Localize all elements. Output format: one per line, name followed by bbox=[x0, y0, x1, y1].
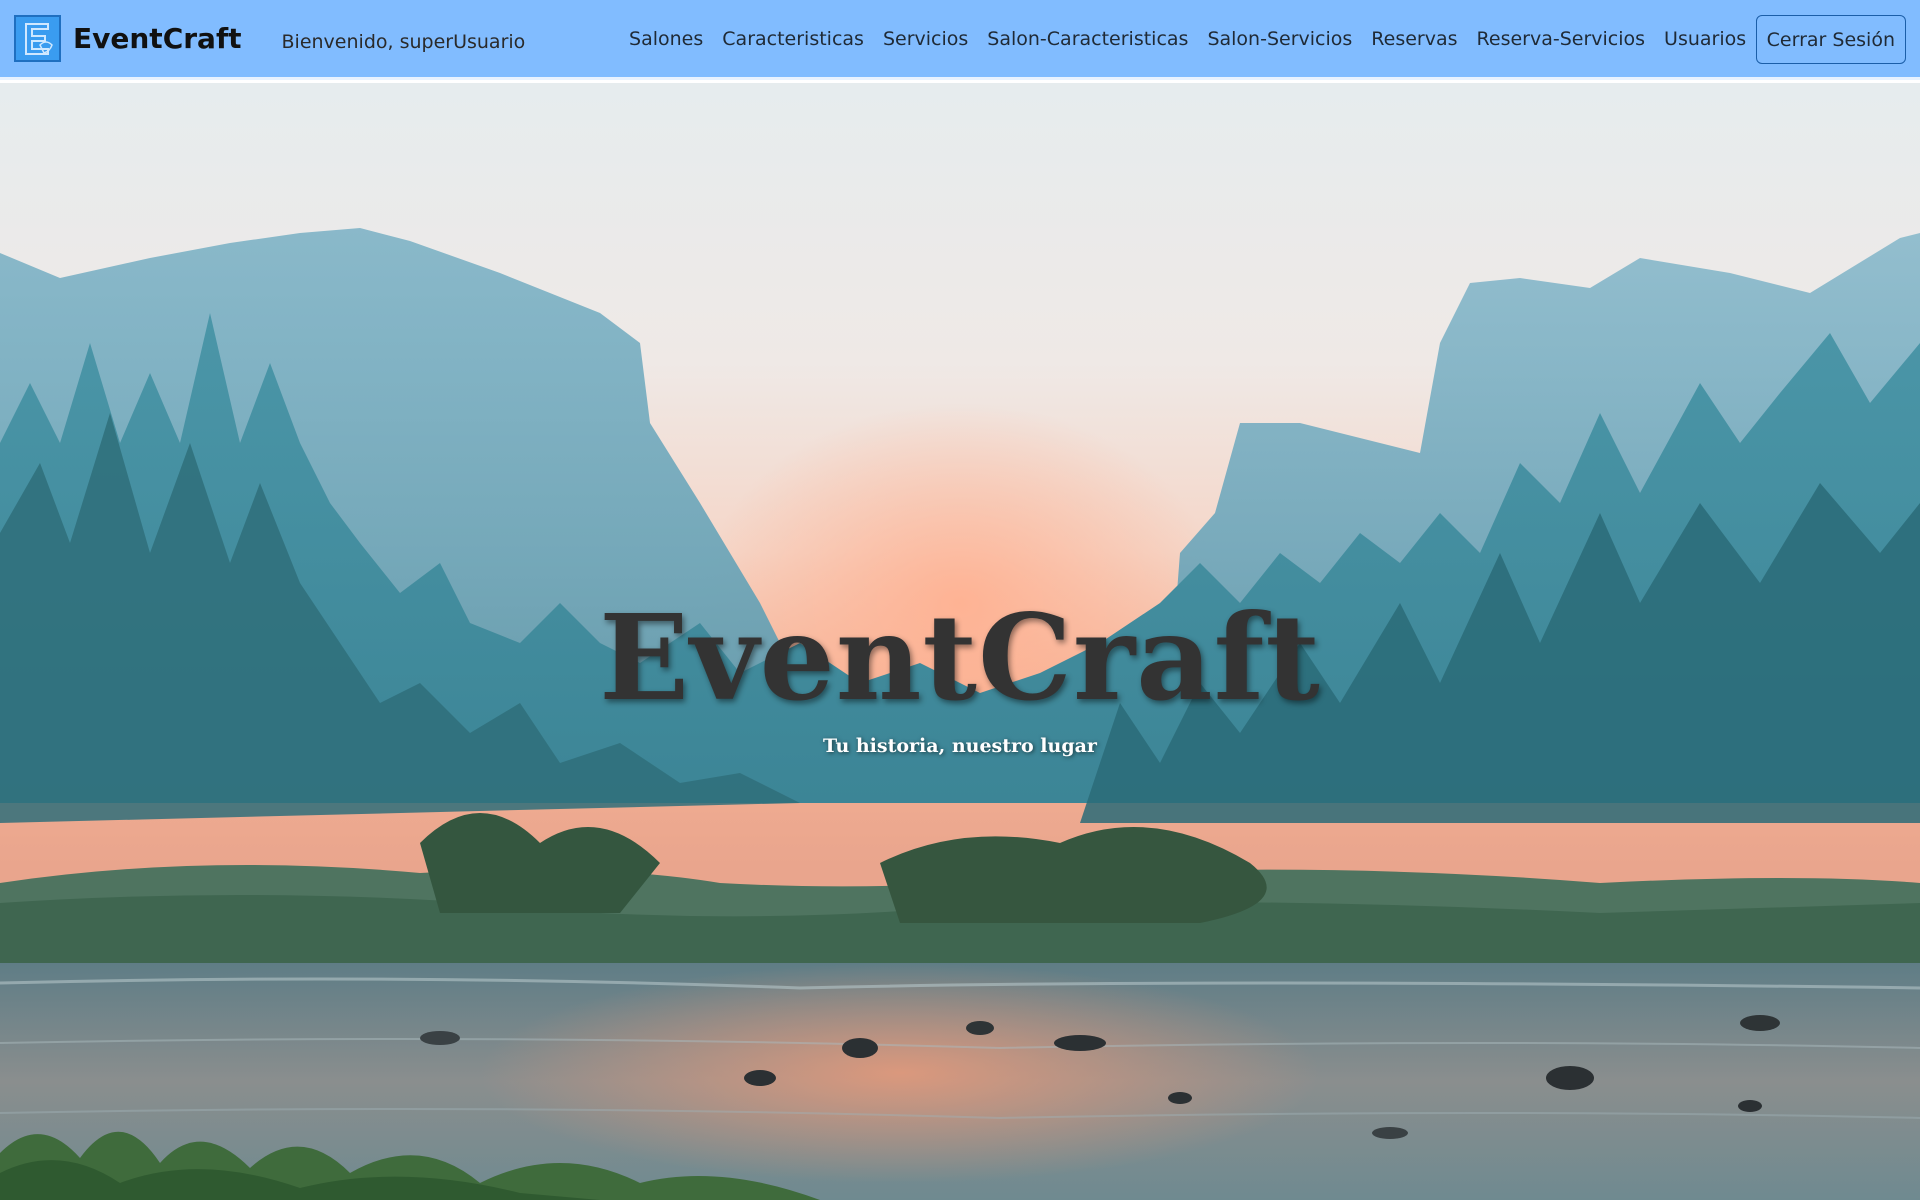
brand-home-link[interactable]: EventCraft bbox=[14, 15, 242, 62]
hero-section: EventCraft Tu historia, nuestro lugar bbox=[0, 83, 1920, 1200]
nav-link-caracteristicas[interactable]: Caracteristicas bbox=[713, 28, 874, 50]
nav-link-reservas[interactable]: Reservas bbox=[1362, 28, 1467, 50]
nav-link-usuarios[interactable]: Usuarios bbox=[1655, 28, 1756, 50]
nav-link-servicios[interactable]: Servicios bbox=[873, 28, 977, 50]
nav-link-salones[interactable]: Salones bbox=[620, 28, 713, 50]
hero-title: EventCraft bbox=[599, 588, 1321, 727]
nav-link-reserva-servicios[interactable]: Reserva-Servicios bbox=[1467, 28, 1655, 50]
logout-button[interactable]: Cerrar Sesión bbox=[1755, 15, 1906, 64]
nav-link-salon-servicios[interactable]: Salon-Servicios bbox=[1198, 28, 1362, 50]
nav-link-salon-caracteristicas[interactable]: Salon-Caracteristicas bbox=[978, 28, 1198, 50]
hero-subtitle: Tu historia, nuestro lugar bbox=[823, 735, 1097, 757]
welcome-text: Bienvenido, superUsuario bbox=[281, 30, 526, 53]
brand-name: EventCraft bbox=[73, 22, 242, 55]
navbar: EventCraft Bienvenido, superUsuario Salo… bbox=[0, 0, 1920, 80]
nav-links: Salones Caracteristicas Servicios Salon-… bbox=[620, 13, 1906, 64]
eventcraft-logo-icon bbox=[14, 15, 61, 62]
